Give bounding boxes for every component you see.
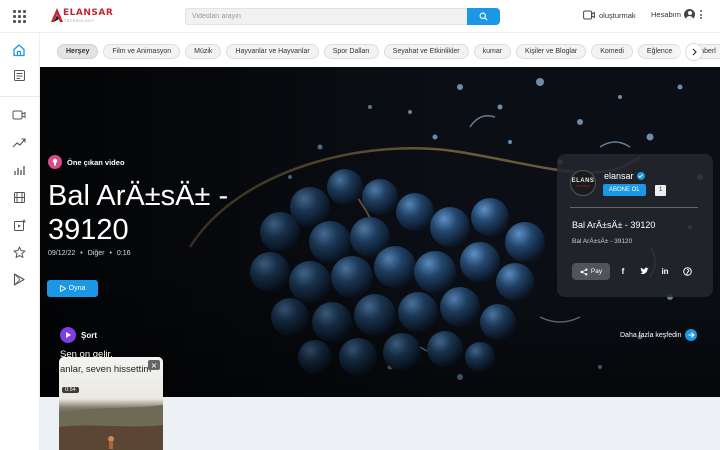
video-category: Diğer: [87, 250, 105, 257]
featured-badge-icon: [48, 155, 62, 169]
chip-entertainment[interactable]: Eğlence: [637, 44, 682, 59]
meta-separator: •: [80, 250, 83, 257]
search-icon: [479, 12, 488, 21]
featured-label: Öne çıkan video: [48, 155, 125, 169]
chip-travel-events[interactable]: Seyahat ve Etkinlikler: [383, 44, 469, 59]
sidebar: [0, 33, 40, 450]
chevron-right-icon: [692, 48, 697, 56]
sidebar-item-subscriptions[interactable]: [10, 66, 28, 84]
short-menu-button[interactable]: [148, 360, 160, 370]
short-caption-line1: Sen on gelir,: [60, 349, 113, 360]
logo-tagline: TECHNOLOGY: [64, 19, 95, 23]
arrow-right-icon: [685, 329, 698, 341]
logo-text: ELANSAR: [63, 8, 114, 18]
verified-icon: [636, 172, 645, 180]
user-avatar-icon: [684, 9, 696, 20]
chip-people-blogs[interactable]: Kişiler ve Bloglar: [516, 44, 587, 59]
add-video-icon: [13, 219, 26, 231]
charts-icon: [13, 166, 25, 175]
star-icon: [13, 246, 25, 258]
chip-all[interactable]: Herşey: [57, 44, 99, 59]
film-icon: [13, 191, 25, 203]
discover-label: Daha fazla keşfedin: [620, 331, 682, 339]
sidebar-item-favorites[interactable]: [10, 243, 28, 261]
subscribe-button[interactable]: ABONE OL: [603, 184, 646, 196]
short-duration: 0:54: [62, 387, 79, 393]
search-bar: [185, 8, 500, 25]
chip-film-animation[interactable]: Film ve Animasyon: [103, 44, 181, 59]
top-bar: ELANSAR TECHNOLOGY oluşturmak Hesabım: [0, 0, 720, 33]
video-icon: [12, 110, 26, 120]
featured-label-text: Öne çıkan video: [67, 157, 125, 167]
category-chips: Herşey Film ve Animasyon Müzik Hayvanlar…: [57, 44, 720, 59]
sidebar-item-play-store[interactable]: [10, 270, 28, 288]
subscriptions-icon: [13, 69, 25, 81]
create-button[interactable]: oluşturmak: [583, 10, 636, 20]
featured-video-hero[interactable]: Öne çıkan video Bal ArÄ±sÄ± - 39120 09/1…: [40, 67, 720, 397]
chip-music[interactable]: Müzik: [185, 44, 222, 59]
sidebar-divider: [0, 96, 40, 97]
linkedin-icon[interactable]: in: [659, 265, 671, 277]
shorts-section-header: Şort: [60, 327, 97, 343]
sidebar-item-home[interactable]: [10, 41, 28, 59]
shorts-label: Şort: [81, 330, 97, 340]
search-button[interactable]: [467, 8, 500, 25]
sidebar-item-trending[interactable]: [10, 134, 28, 152]
facebook-icon[interactable]: f: [617, 265, 629, 277]
card-video-subtitle: Bal ArÄ±sÄ± - 39120: [572, 238, 633, 245]
logo-mark-icon: [51, 8, 63, 22]
play-store-icon: [13, 272, 25, 286]
card-divider: [570, 207, 698, 208]
account-label: Hesabım: [651, 10, 682, 19]
search-input[interactable]: [185, 8, 467, 25]
card-video-title[interactable]: Bal ArÄ±sÄ± - 39120: [572, 220, 655, 230]
channel-avatar[interactable]: ELANS TECHNO: [570, 170, 596, 196]
chip-comedy[interactable]: Komedi: [591, 44, 633, 59]
close-icon: [151, 362, 157, 368]
chip-animals[interactable]: Hayvanlar ve Hayvanlar: [226, 44, 319, 59]
sidebar-item-films[interactable]: [10, 188, 28, 206]
sidebar-item-charts[interactable]: [10, 161, 28, 179]
chip-gambling[interactable]: kumar: [473, 44, 512, 59]
pinterest-icon[interactable]: [681, 265, 693, 277]
shorts-icon: [60, 327, 76, 343]
play-button[interactable]: Oyna: [47, 280, 98, 297]
more-vert-icon[interactable]: [700, 10, 703, 19]
play-label: Oyna: [68, 285, 86, 292]
category-chips-bar: Herşey Film ve Animasyon Müzik Hayvanlar…: [40, 33, 720, 67]
share-button[interactable]: Pay: [572, 263, 610, 280]
subscriber-count: 1: [655, 185, 667, 196]
hero-video-meta: 09/12/22 • Diğer • 0:16: [48, 250, 131, 257]
chips-next-button[interactable]: [685, 43, 703, 61]
trending-icon: [12, 138, 26, 148]
video-camera-icon: [583, 10, 595, 20]
share-label: Pay: [590, 268, 603, 275]
apps-grid-icon[interactable]: [13, 10, 26, 23]
account-menu[interactable]: Hesabım: [651, 9, 703, 20]
discover-more-link[interactable]: Daha fazla keşfedin: [620, 329, 698, 341]
channel-card: ELANS TECHNO elansar ABONE OL 1 Bal ArÄ±…: [557, 154, 713, 297]
sidebar-item-videos[interactable]: [10, 106, 28, 124]
create-label: oluşturmak: [599, 10, 636, 20]
meta-separator: •: [109, 250, 112, 257]
video-duration: 0:16: [116, 250, 131, 257]
share-icon: [580, 268, 588, 275]
twitter-icon[interactable]: [638, 265, 650, 277]
sidebar-item-add-video[interactable]: [10, 216, 28, 234]
short-caption-line2: anlar, seven hissettim: [60, 364, 152, 375]
play-icon: [59, 285, 66, 292]
chip-sports[interactable]: Spor Dalları: [323, 44, 379, 59]
logo[interactable]: ELANSAR TECHNOLOGY: [50, 7, 120, 27]
home-icon: [13, 44, 25, 57]
channel-name[interactable]: elansar: [604, 171, 645, 181]
video-date: 09/12/22: [48, 250, 76, 257]
hero-video-title[interactable]: Bal ArÄ±sÄ± - 39120: [48, 179, 268, 247]
